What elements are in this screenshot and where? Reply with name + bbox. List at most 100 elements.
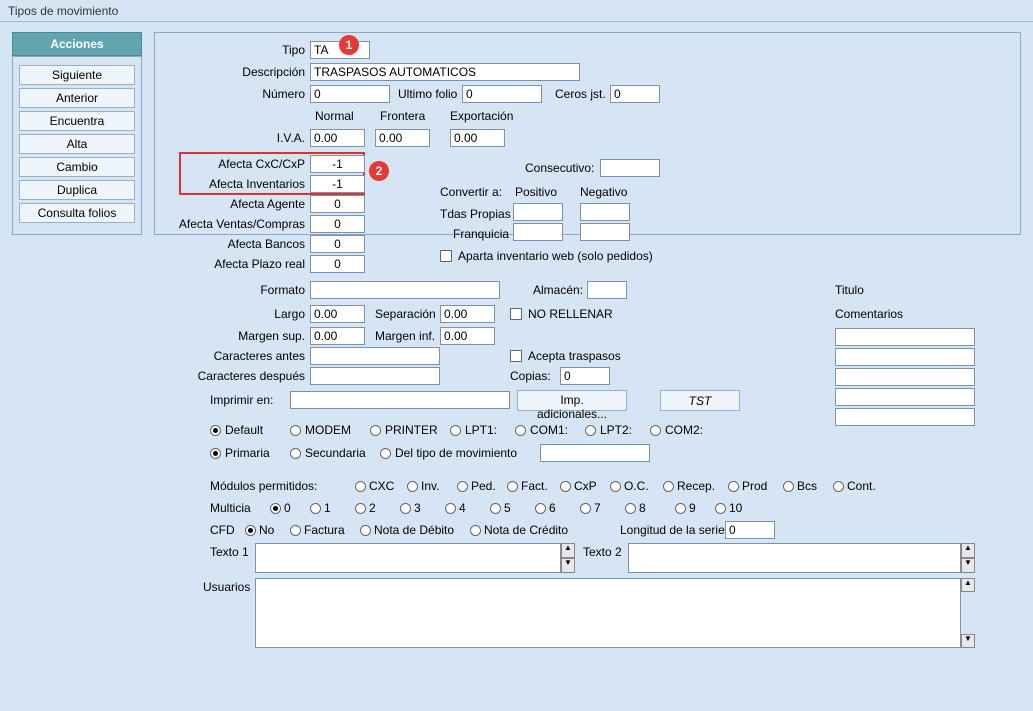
imprimir-en-input[interactable]: [290, 391, 510, 409]
multicia-4-radio[interactable]: [445, 503, 456, 514]
mod-oc-radio[interactable]: [610, 481, 621, 492]
printer-default-radio[interactable]: [210, 425, 221, 436]
printer-com1-radio[interactable]: [515, 425, 526, 436]
printer-lpt1-radio[interactable]: [450, 425, 461, 436]
cfd-notadebito-radio[interactable]: [360, 525, 371, 536]
mode-secundaria-radio[interactable]: [290, 448, 301, 459]
marker-2: 2: [369, 161, 389, 181]
imp-adicionales-button[interactable]: Imp. adicionales...: [517, 390, 627, 411]
multicia-7-radio[interactable]: [580, 503, 591, 514]
multicia-9-radio[interactable]: [675, 503, 686, 514]
afecta-bancos-input[interactable]: [310, 235, 365, 253]
multicia-5-radio[interactable]: [490, 503, 501, 514]
mod-fact-radio[interactable]: [507, 481, 518, 492]
cfd-no-radio[interactable]: [245, 525, 256, 536]
aparta-inv-check[interactable]: [440, 250, 452, 262]
mod-cont-radio[interactable]: [833, 481, 844, 492]
multicia-0-radio[interactable]: [270, 503, 281, 514]
multicia-10-radio[interactable]: [715, 503, 726, 514]
multicia-6-radio[interactable]: [535, 503, 546, 514]
copias-label: Copias:: [510, 369, 551, 383]
caracteres-antes-input[interactable]: [310, 347, 440, 365]
texto1-spin-down[interactable]: ▼: [561, 558, 575, 573]
mod-recep-radio[interactable]: [663, 481, 674, 492]
comentarios-input-2[interactable]: [835, 348, 975, 366]
acepta-traspasos-check[interactable]: [510, 350, 522, 362]
action-anterior[interactable]: Anterior: [19, 88, 135, 108]
afecta-cxc-input[interactable]: [310, 155, 365, 173]
mod-ped-label: Ped.: [471, 479, 496, 493]
multicia-1-radio[interactable]: [310, 503, 321, 514]
consecutivo-input[interactable]: [600, 159, 660, 177]
action-siguiente[interactable]: Siguiente: [19, 65, 135, 85]
margen-inf-input[interactable]: [440, 327, 495, 345]
del-tipo-input[interactable]: [540, 444, 650, 462]
almacen-input[interactable]: [587, 281, 627, 299]
printer-printer-radio[interactable]: [370, 425, 381, 436]
formato-input[interactable]: [310, 281, 500, 299]
afecta-plazo-input[interactable]: [310, 255, 365, 273]
mod-inv-radio[interactable]: [407, 481, 418, 492]
iva-export-input[interactable]: [450, 129, 505, 147]
franquicia-input[interactable]: [513, 223, 563, 241]
comentarios-input-4[interactable]: [835, 388, 975, 406]
texto1-input[interactable]: [255, 543, 561, 573]
numero-input[interactable]: [310, 85, 390, 103]
iva-frontera-input[interactable]: [375, 129, 430, 147]
multicia-8-radio[interactable]: [625, 503, 636, 514]
comentarios-input-3[interactable]: [835, 368, 975, 386]
action-cambio[interactable]: Cambio: [19, 157, 135, 177]
ultimo-folio-input[interactable]: [462, 85, 542, 103]
multicia-3-radio[interactable]: [400, 503, 411, 514]
mod-ped-radio[interactable]: [457, 481, 468, 492]
printer-modem-radio[interactable]: [290, 425, 301, 436]
afecta-agente-input[interactable]: [310, 195, 365, 213]
separacion-input[interactable]: [440, 305, 495, 323]
printer-com2-radio[interactable]: [650, 425, 661, 436]
multicia-2-radio[interactable]: [355, 503, 366, 514]
descripcion-input[interactable]: [310, 63, 580, 81]
ceros-jst-input[interactable]: [610, 85, 660, 103]
tdas-propias-input2[interactable]: [580, 203, 630, 221]
action-encuentra[interactable]: Encuentra: [19, 111, 135, 131]
longitud-serie-input[interactable]: [725, 521, 775, 539]
margen-sup-input[interactable]: [310, 327, 365, 345]
caracteres-despues-input[interactable]: [310, 367, 440, 385]
action-alta[interactable]: Alta: [19, 134, 135, 154]
largo-input[interactable]: [310, 305, 365, 323]
texto1-spin-up[interactable]: ▲: [561, 543, 575, 558]
printer-lpt2-radio[interactable]: [585, 425, 596, 436]
mod-prod-radio[interactable]: [728, 481, 739, 492]
copias-input[interactable]: [560, 367, 610, 385]
mod-inv-label: Inv.: [421, 479, 439, 493]
usuarios-textarea[interactable]: [255, 578, 961, 648]
mod-cxp-radio[interactable]: [560, 481, 571, 492]
tdas-propias-input[interactable]: [513, 203, 563, 221]
multicia-10-label: 10: [729, 501, 742, 515]
cfd-factura-radio[interactable]: [290, 525, 301, 536]
longitud-serie-label: Longitud de la serie: [620, 523, 725, 537]
comentarios-input-5[interactable]: [835, 408, 975, 426]
mod-bcs-radio[interactable]: [783, 481, 794, 492]
usuarios-scroll-down[interactable]: ▼: [961, 634, 975, 648]
franquicia-input2[interactable]: [580, 223, 630, 241]
comentarios-input-1[interactable]: [835, 328, 975, 346]
afecta-inv-input[interactable]: [310, 175, 365, 193]
afecta-ventas-input[interactable]: [310, 215, 365, 233]
no-rellenar-check[interactable]: [510, 308, 522, 320]
usuarios-scroll-up[interactable]: ▲: [961, 578, 975, 592]
cfd-notacredito-radio[interactable]: [470, 525, 481, 536]
texto2-spin-up[interactable]: ▲: [961, 543, 975, 558]
mode-deltipo-radio[interactable]: [380, 448, 391, 459]
tipo-label: Tipo: [215, 43, 305, 57]
descripcion-label: Descripción: [215, 65, 305, 79]
texto2-input[interactable]: [628, 543, 961, 573]
mod-cxc-radio[interactable]: [355, 481, 366, 492]
iva-normal-input[interactable]: [310, 129, 365, 147]
texto2-spin-down[interactable]: ▼: [961, 558, 975, 573]
action-consulta-folios[interactable]: Consulta folios: [19, 203, 135, 223]
frontera-label: Frontera: [380, 109, 425, 123]
action-duplica[interactable]: Duplica: [19, 180, 135, 200]
tst-button[interactable]: TST: [660, 390, 740, 411]
mode-primaria-radio[interactable]: [210, 448, 221, 459]
